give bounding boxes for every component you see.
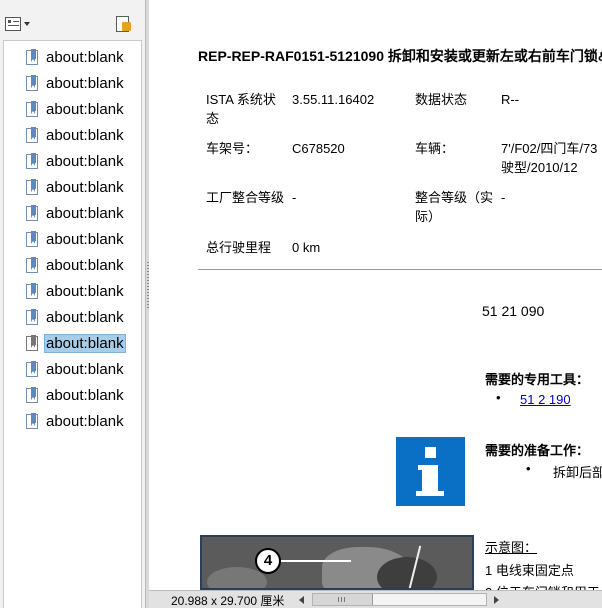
bookmark-label: about:blank [46,386,124,404]
field-value-actual-level: - [501,190,506,205]
bookmark-label: about:blank [46,282,124,300]
bookmark-icon [26,256,38,273]
info-icon [396,437,465,506]
schematic-item: 1 电线束固定点 [485,563,574,578]
bookmark-icon [26,282,38,299]
bookmark-label: about:blank [46,256,124,274]
field-value-vin: C678520 [292,141,345,156]
special-tool-link[interactable]: 51 2 190 [520,392,571,407]
bookmark-icon [26,360,38,377]
callout-number: 4 [255,548,281,574]
bullet: • [496,390,501,405]
field-value-ista-status: 3.55.11.16402 [292,92,375,107]
field-label-actual-level: 整合等级（实际） [415,190,494,224]
bookmark-icon [26,334,38,351]
callout-leader [281,560,351,562]
schematic-heading: 示意图： [485,540,538,555]
bookmarks-toolbar [0,0,145,40]
bookmark-icon [26,308,38,325]
bookmark-item[interactable]: about:blank [26,281,142,301]
bookmark-item[interactable]: about:blank [26,385,142,405]
bookmark-label: about:blank [46,152,124,170]
bookmark-item[interactable]: about:blank [26,177,142,197]
bookmark-item[interactable]: about:blank [26,203,142,223]
bookmark-label: about:blank [46,308,124,326]
bookmark-label: about:blank [46,100,124,118]
bookmark-item[interactable]: about:blank [26,333,142,353]
bookmark-label: about:blank [44,333,126,353]
page-size-readout: 20.988 x 29.700 厘米 [171,594,285,608]
bookmark-icon [26,74,38,91]
field-label-vehicle: 车辆： [415,141,455,156]
bookmark-item[interactable]: about:blank [26,73,142,93]
bookmark-item[interactable]: about:blank [26,99,142,119]
bookmark-icon [26,48,38,65]
prep-work-heading: 需要的准备工作： [485,443,590,458]
bookmark-item[interactable]: about:blank [26,411,142,431]
schematic-item: 2 位于车门锁和用于 [485,582,600,590]
bookmark-icon [26,412,38,429]
bookmark-label: about:blank [46,126,124,144]
bookmark-label: about:blank [46,360,124,378]
bookmark-label: about:blank [46,204,124,222]
bookmarks-panel: about:blank about:blank about:blank about:b… [0,0,145,608]
bookmark-icon [26,178,38,195]
bookmark-label: about:blank [46,48,124,66]
bookmark-label: about:blank [46,178,124,196]
scrollbar-thumb[interactable] [313,594,373,605]
scroll-right-arrow[interactable] [494,596,499,604]
divider [198,269,602,270]
field-label-data-status: 数据状态 [415,92,468,107]
scroll-left-arrow[interactable] [299,596,304,604]
bookmark-item[interactable]: about:blank [26,151,142,171]
chevron-down-icon [24,22,30,26]
expand-bookmark-button[interactable] [116,14,136,34]
document-viewer[interactable]: REP-REP-RAF0151-5121090 拆卸和安装或更新左或右前车门锁&… [149,0,602,590]
bullet: • [526,461,531,476]
field-label-vin: 车架号： [206,141,259,156]
field-value-data-status: R-- [501,92,520,107]
status-bar: 20.988 x 29.700 厘米 [149,590,602,608]
bookmark-item[interactable]: about:blank [26,307,142,327]
bookmark-item[interactable]: about:blank [26,229,142,249]
bookmark-label: about:blank [46,74,124,92]
options-menu-icon [5,17,21,31]
field-value-mileage: 0 km [292,240,321,255]
document-title: REP-REP-RAF0151-5121090 拆卸和安装或更新左或右前车门锁& [198,48,602,64]
field-value-factory-level: - [292,190,297,205]
document-page: REP-REP-RAF0151-5121090 拆卸和安装或更新左或右前车门锁&… [149,0,602,590]
field-label-mileage: 总行驶里程 [206,240,272,255]
bookmark-label: about:blank [46,412,124,430]
bookmark-icon [26,204,38,221]
schematic-image: 4 [200,535,474,590]
procedure-number: 51 21 090 [482,303,545,319]
bookmark-icon [26,230,38,247]
special-tools-heading: 需要的专用工具： [485,372,590,387]
expand-bookmark-icon [116,16,131,32]
bookmark-label: about:blank [46,230,124,248]
bookmark-item[interactable]: about:blank [26,359,142,379]
bookmark-icon [26,100,38,117]
horizontal-scrollbar[interactable] [312,593,487,606]
bookmark-list: about:blank about:blank about:blank about:b… [3,40,142,608]
field-label-factory-level: 工厂整合等级 [206,190,285,205]
bookmark-item[interactable]: about:blank [26,125,142,145]
bookmark-icon [26,386,38,403]
field-label-ista-status: ISTA 系统状态 [206,92,276,126]
bookmark-icon [26,126,38,143]
bookmark-item[interactable]: about:blank [26,255,142,275]
bookmark-icon [26,152,38,169]
options-menu-button[interactable] [5,14,31,34]
field-value-vehicle: 7'/F02/四门车/73 驶型/2010/12 [501,141,598,175]
prep-work-item: 拆卸后部 [553,465,602,480]
bookmark-item[interactable]: about:blank [26,47,142,67]
